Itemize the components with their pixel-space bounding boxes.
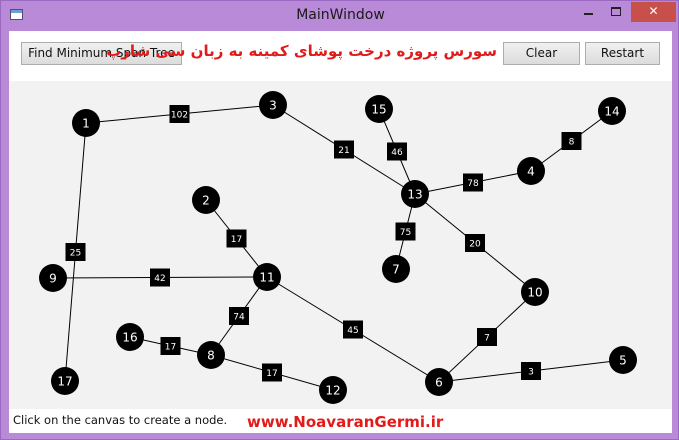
node-2[interactable]: 2 <box>192 186 220 214</box>
node-label: 6 <box>435 376 443 390</box>
node-label: 5 <box>619 354 627 368</box>
status-hint: Click on the canvas to create a node. <box>13 413 228 427</box>
edge-weight-1-3: 102 <box>169 105 190 123</box>
edge-weight-16-8: 17 <box>160 337 181 355</box>
header-persian-text: سورس پروژه درخت پوشای کمینه به زبان سی ش… <box>106 42 497 60</box>
node-17[interactable]: 17 <box>51 367 79 395</box>
edge-weight-label: 25 <box>70 249 81 259</box>
edge-weight-label: 74 <box>233 313 245 323</box>
node-label: 12 <box>325 384 340 398</box>
node-4[interactable]: 4 <box>517 157 545 185</box>
edge-weight-13-7: 75 <box>395 222 416 241</box>
edge-weight-15-13: 46 <box>387 142 407 161</box>
node-label: 10 <box>527 286 542 300</box>
node-1[interactable]: 1 <box>72 109 100 137</box>
node-label: 7 <box>392 263 400 277</box>
node-label: 4 <box>527 165 535 179</box>
edge-weight-11-8: 74 <box>229 307 249 325</box>
close-icon: ✕ <box>648 4 659 18</box>
edge-weight-6-5: 3 <box>521 362 541 380</box>
node-7[interactable]: 7 <box>382 255 410 283</box>
edge-weight-8-12: 17 <box>262 363 282 382</box>
node-12[interactable]: 12 <box>319 376 347 404</box>
node-label: 14 <box>604 105 619 119</box>
website-link[interactable]: www.NoavaranGermi.ir <box>247 413 443 431</box>
main-window: MainWindow ✕ Find Minimum Span Tree سورس… <box>0 0 679 440</box>
edge-weight-2-11: 17 <box>226 229 247 248</box>
edge-weight-3-13: 21 <box>334 140 354 159</box>
edge-weight-9-11: 42 <box>150 268 170 287</box>
title-bar[interactable]: MainWindow ✕ <box>1 1 678 31</box>
edge-weight-label: 46 <box>391 148 403 158</box>
edge-weight-label: 20 <box>469 240 481 250</box>
graph-canvas[interactable]: 102 25 21 46 78 8 75 20 17 42 74 45 17 17 7 3 1 2 3 4 5 6 7 8 9 1… <box>9 81 672 409</box>
edge-weight-label: 102 <box>171 111 188 121</box>
clear-button[interactable]: Clear <box>503 42 580 65</box>
node-5[interactable]: 5 <box>609 346 637 374</box>
close-button[interactable]: ✕ <box>631 2 676 22</box>
maximize-button[interactable] <box>603 2 629 22</box>
edge-weight-label: 17 <box>165 343 176 353</box>
node-label: 3 <box>269 99 277 113</box>
status-bar: Click on the canvas to create a node. ww… <box>9 409 672 433</box>
node-label: 11 <box>259 271 274 285</box>
edge-weight-4-14: 8 <box>561 132 582 150</box>
edge-weight-label: 75 <box>400 228 411 238</box>
edge-weight-label: 21 <box>338 146 349 156</box>
node-13[interactable]: 13 <box>401 180 429 208</box>
edge-weight-label: 8 <box>569 138 575 148</box>
node-9[interactable]: 9 <box>39 264 67 292</box>
graph-svg[interactable]: 1022521 467887520174274451717731234567891… <box>9 81 672 409</box>
client-area: Find Minimum Span Tree سورس پروژه درخت پ… <box>9 31 672 433</box>
edge-weight-label: 17 <box>231 235 242 245</box>
node-label: 2 <box>202 194 210 208</box>
node-label: 16 <box>122 331 137 345</box>
edge-weight-11-6: 45 <box>343 320 363 339</box>
node-3[interactable]: 3 <box>259 91 287 119</box>
edge-weight-label: 17 <box>266 369 277 379</box>
node-label: 15 <box>371 103 386 117</box>
node-15[interactable]: 15 <box>365 95 393 123</box>
node-8[interactable]: 8 <box>197 341 225 369</box>
node-label: 1 <box>82 117 90 131</box>
edge-weight-13-10: 20 <box>465 234 485 252</box>
node-label: 8 <box>207 349 215 363</box>
edge-weight-label: 45 <box>347 326 358 336</box>
minimize-button[interactable] <box>575 2 601 22</box>
edge-weight-label: 78 <box>467 179 479 189</box>
node-14[interactable]: 14 <box>598 97 626 125</box>
edge-weight-10-6: 7 <box>477 328 497 346</box>
node-10[interactable]: 10 <box>521 278 549 306</box>
edge-weight-1-17: 25 <box>65 243 86 261</box>
node-label: 9 <box>49 272 57 286</box>
edge-weight-label: 7 <box>484 334 490 344</box>
edge-weight-label: 42 <box>154 274 165 284</box>
maximize-icon <box>611 7 621 16</box>
node-11[interactable]: 11 <box>253 263 281 291</box>
node-16[interactable]: 16 <box>116 323 144 351</box>
minimize-icon <box>583 13 593 15</box>
toolbar: Find Minimum Span Tree سورس پروژه درخت پ… <box>9 31 672 81</box>
edge-weight-label: 3 <box>528 368 534 378</box>
node-6[interactable]: 6 <box>425 368 453 396</box>
node-label: 17 <box>57 375 72 389</box>
edge-weight-13-4: 78 <box>463 173 483 192</box>
node-label: 13 <box>407 188 422 202</box>
restart-button[interactable]: Restart <box>585 42 660 65</box>
